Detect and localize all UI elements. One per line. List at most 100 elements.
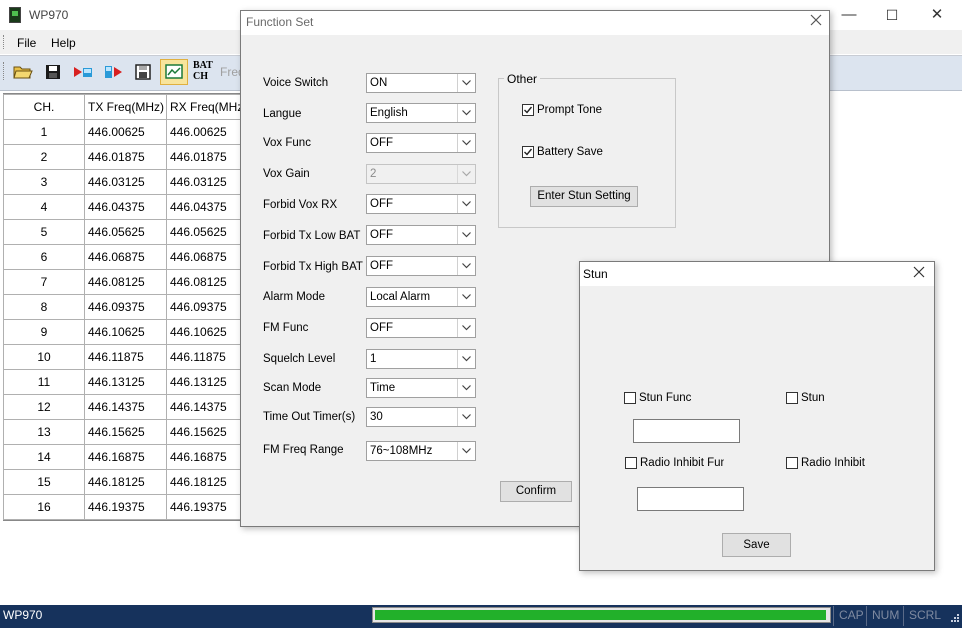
channel-number-cell[interactable]: 3 bbox=[3, 169, 85, 195]
channel-number-cell[interactable]: 15 bbox=[3, 469, 85, 495]
radio-inhibit-func-label[interactable]: Radio Inhibit Func bbox=[640, 457, 724, 469]
table-row[interactable]: 5 446.05625 446.05625 bbox=[3, 219, 249, 245]
tx-freq-cell[interactable]: 446.05625 bbox=[84, 219, 167, 245]
channel-number-cell[interactable]: 2 bbox=[3, 144, 85, 170]
rx-freq-cell[interactable]: 446.16875 bbox=[166, 444, 249, 470]
table-row[interactable]: 14 446.16875 446.16875 bbox=[3, 444, 249, 470]
channel-number-cell[interactable]: 12 bbox=[3, 394, 85, 420]
prompt-tone-label[interactable]: Prompt Tone bbox=[537, 104, 602, 116]
stun-checkbox[interactable] bbox=[786, 392, 798, 404]
langue-select[interactable]: English bbox=[366, 103, 476, 123]
rx-freq-cell[interactable]: 446.11875 bbox=[166, 344, 249, 370]
scan-mode-select[interactable]: Time bbox=[366, 378, 476, 398]
channel-number-cell[interactable]: 1 bbox=[3, 119, 85, 145]
tx-freq-cell[interactable]: 446.16875 bbox=[84, 444, 167, 470]
stun-close-button[interactable] bbox=[909, 264, 929, 284]
rx-freq-cell[interactable]: 446.09375 bbox=[166, 294, 249, 320]
table-row[interactable]: 9 446.10625 446.10625 bbox=[3, 319, 249, 345]
confirm-button[interactable]: Confirm bbox=[500, 481, 572, 502]
rx-freq-cell[interactable]: 446.03125 bbox=[166, 169, 249, 195]
function-set-title-bar[interactable] bbox=[241, 11, 829, 35]
table-row[interactable]: 16 446.19375 446.19375 bbox=[3, 494, 249, 520]
chevron-down-icon[interactable] bbox=[457, 74, 475, 92]
alarm-mode-select[interactable]: Local Alarm bbox=[366, 287, 476, 307]
enter-stun-setting-button[interactable]: Enter Stun Setting bbox=[530, 186, 638, 207]
open-folder-icon[interactable] bbox=[11, 61, 35, 83]
battery-save-checkbox[interactable] bbox=[522, 146, 534, 158]
rx-freq-cell[interactable]: 446.10625 bbox=[166, 319, 249, 345]
time-out-timer-s-select[interactable]: 30 bbox=[366, 407, 476, 427]
tx-freq-cell[interactable]: 446.04375 bbox=[84, 194, 167, 220]
close-button[interactable]: ✕ bbox=[917, 4, 957, 26]
function-set-icon[interactable] bbox=[160, 59, 188, 85]
table-row[interactable]: 13 446.15625 446.15625 bbox=[3, 419, 249, 445]
stun-func-checkbox[interactable] bbox=[624, 392, 636, 404]
rx-freq-cell[interactable]: 446.00625 bbox=[166, 119, 249, 145]
forbid-vox-rx-select[interactable]: OFF bbox=[366, 194, 476, 214]
chevron-down-icon[interactable] bbox=[457, 379, 475, 397]
table-row[interactable]: 7 446.08125 446.08125 bbox=[3, 269, 249, 295]
tx-freq-cell[interactable]: 446.08125 bbox=[84, 269, 167, 295]
chevron-down-icon[interactable] bbox=[457, 319, 475, 337]
tx-freq-cell[interactable]: 446.11875 bbox=[84, 344, 167, 370]
table-row[interactable]: 4 446.04375 446.04375 bbox=[3, 194, 249, 220]
menu-help[interactable]: Help bbox=[51, 36, 76, 50]
table-row[interactable]: 8 446.09375 446.09375 bbox=[3, 294, 249, 320]
chevron-down-icon[interactable] bbox=[457, 134, 475, 152]
table-row[interactable]: 2 446.01875 446.01875 bbox=[3, 144, 249, 170]
rx-freq-cell[interactable]: 446.13125 bbox=[166, 369, 249, 395]
table-row[interactable]: 6 446.06875 446.06875 bbox=[3, 244, 249, 270]
chevron-down-icon[interactable] bbox=[457, 226, 475, 244]
chevron-down-icon[interactable] bbox=[457, 288, 475, 306]
column-header-tx[interactable]: TX Freq(MHz) bbox=[84, 94, 167, 120]
channel-number-cell[interactable]: 5 bbox=[3, 219, 85, 245]
prompt-tone-checkbox[interactable] bbox=[522, 104, 534, 116]
table-row[interactable]: 10 446.11875 446.11875 bbox=[3, 344, 249, 370]
fm-freq-range-select[interactable]: 76~108MHz bbox=[366, 441, 476, 461]
resize-grip-icon[interactable] bbox=[946, 613, 960, 625]
tx-freq-cell[interactable]: 446.19375 bbox=[84, 494, 167, 520]
stun-title-bar[interactable] bbox=[580, 262, 934, 286]
channel-number-cell[interactable]: 8 bbox=[3, 294, 85, 320]
vox-func-select[interactable]: OFF bbox=[366, 133, 476, 153]
channel-number-cell[interactable]: 9 bbox=[3, 319, 85, 345]
rx-freq-cell[interactable]: 446.05625 bbox=[166, 219, 249, 245]
chevron-down-icon[interactable] bbox=[457, 408, 475, 426]
chevron-down-icon[interactable] bbox=[457, 257, 475, 275]
forbid-tx-high-bat-select[interactable]: OFF bbox=[366, 256, 476, 276]
stun-func-input[interactable] bbox=[633, 419, 740, 443]
tx-freq-cell[interactable]: 446.09375 bbox=[84, 294, 167, 320]
batch-channel-icon[interactable]: BAT CH bbox=[193, 60, 213, 82]
chevron-down-icon[interactable] bbox=[457, 442, 475, 460]
channel-number-cell[interactable]: 14 bbox=[3, 444, 85, 470]
tx-freq-cell[interactable]: 446.03125 bbox=[84, 169, 167, 195]
write-radio-icon[interactable] bbox=[101, 61, 125, 83]
floppy-icon[interactable] bbox=[131, 61, 155, 83]
channel-number-cell[interactable]: 7 bbox=[3, 269, 85, 295]
read-radio-icon[interactable] bbox=[71, 61, 95, 83]
rx-freq-cell[interactable]: 446.18125 bbox=[166, 469, 249, 495]
battery-save-label[interactable]: Battery Save bbox=[537, 146, 603, 158]
rx-freq-cell[interactable]: 446.06875 bbox=[166, 244, 249, 270]
tx-freq-cell[interactable]: 446.10625 bbox=[84, 319, 167, 345]
channel-number-cell[interactable]: 4 bbox=[3, 194, 85, 220]
table-row[interactable]: 3 446.03125 446.03125 bbox=[3, 169, 249, 195]
tx-freq-cell[interactable]: 446.00625 bbox=[84, 119, 167, 145]
save-disk-icon[interactable] bbox=[41, 61, 65, 83]
chevron-down-icon[interactable] bbox=[457, 104, 475, 122]
rx-freq-cell[interactable]: 446.01875 bbox=[166, 144, 249, 170]
column-header-ch[interactable]: CH. bbox=[3, 94, 85, 120]
rx-freq-cell[interactable]: 446.04375 bbox=[166, 194, 249, 220]
tx-freq-cell[interactable]: 446.01875 bbox=[84, 144, 167, 170]
tx-freq-cell[interactable]: 446.18125 bbox=[84, 469, 167, 495]
tx-freq-cell[interactable]: 446.15625 bbox=[84, 419, 167, 445]
radio-inhibit-input[interactable] bbox=[637, 487, 744, 511]
rx-freq-cell[interactable]: 446.08125 bbox=[166, 269, 249, 295]
table-row[interactable]: 11 446.13125 446.13125 bbox=[3, 369, 249, 395]
tx-freq-cell[interactable]: 446.06875 bbox=[84, 244, 167, 270]
table-row[interactable]: 12 446.14375 446.14375 bbox=[3, 394, 249, 420]
minimize-button[interactable]: — bbox=[829, 4, 869, 26]
stun-label[interactable]: Stun bbox=[801, 392, 825, 404]
fm-func-select[interactable]: OFF bbox=[366, 318, 476, 338]
function-set-close-button[interactable] bbox=[806, 12, 826, 32]
